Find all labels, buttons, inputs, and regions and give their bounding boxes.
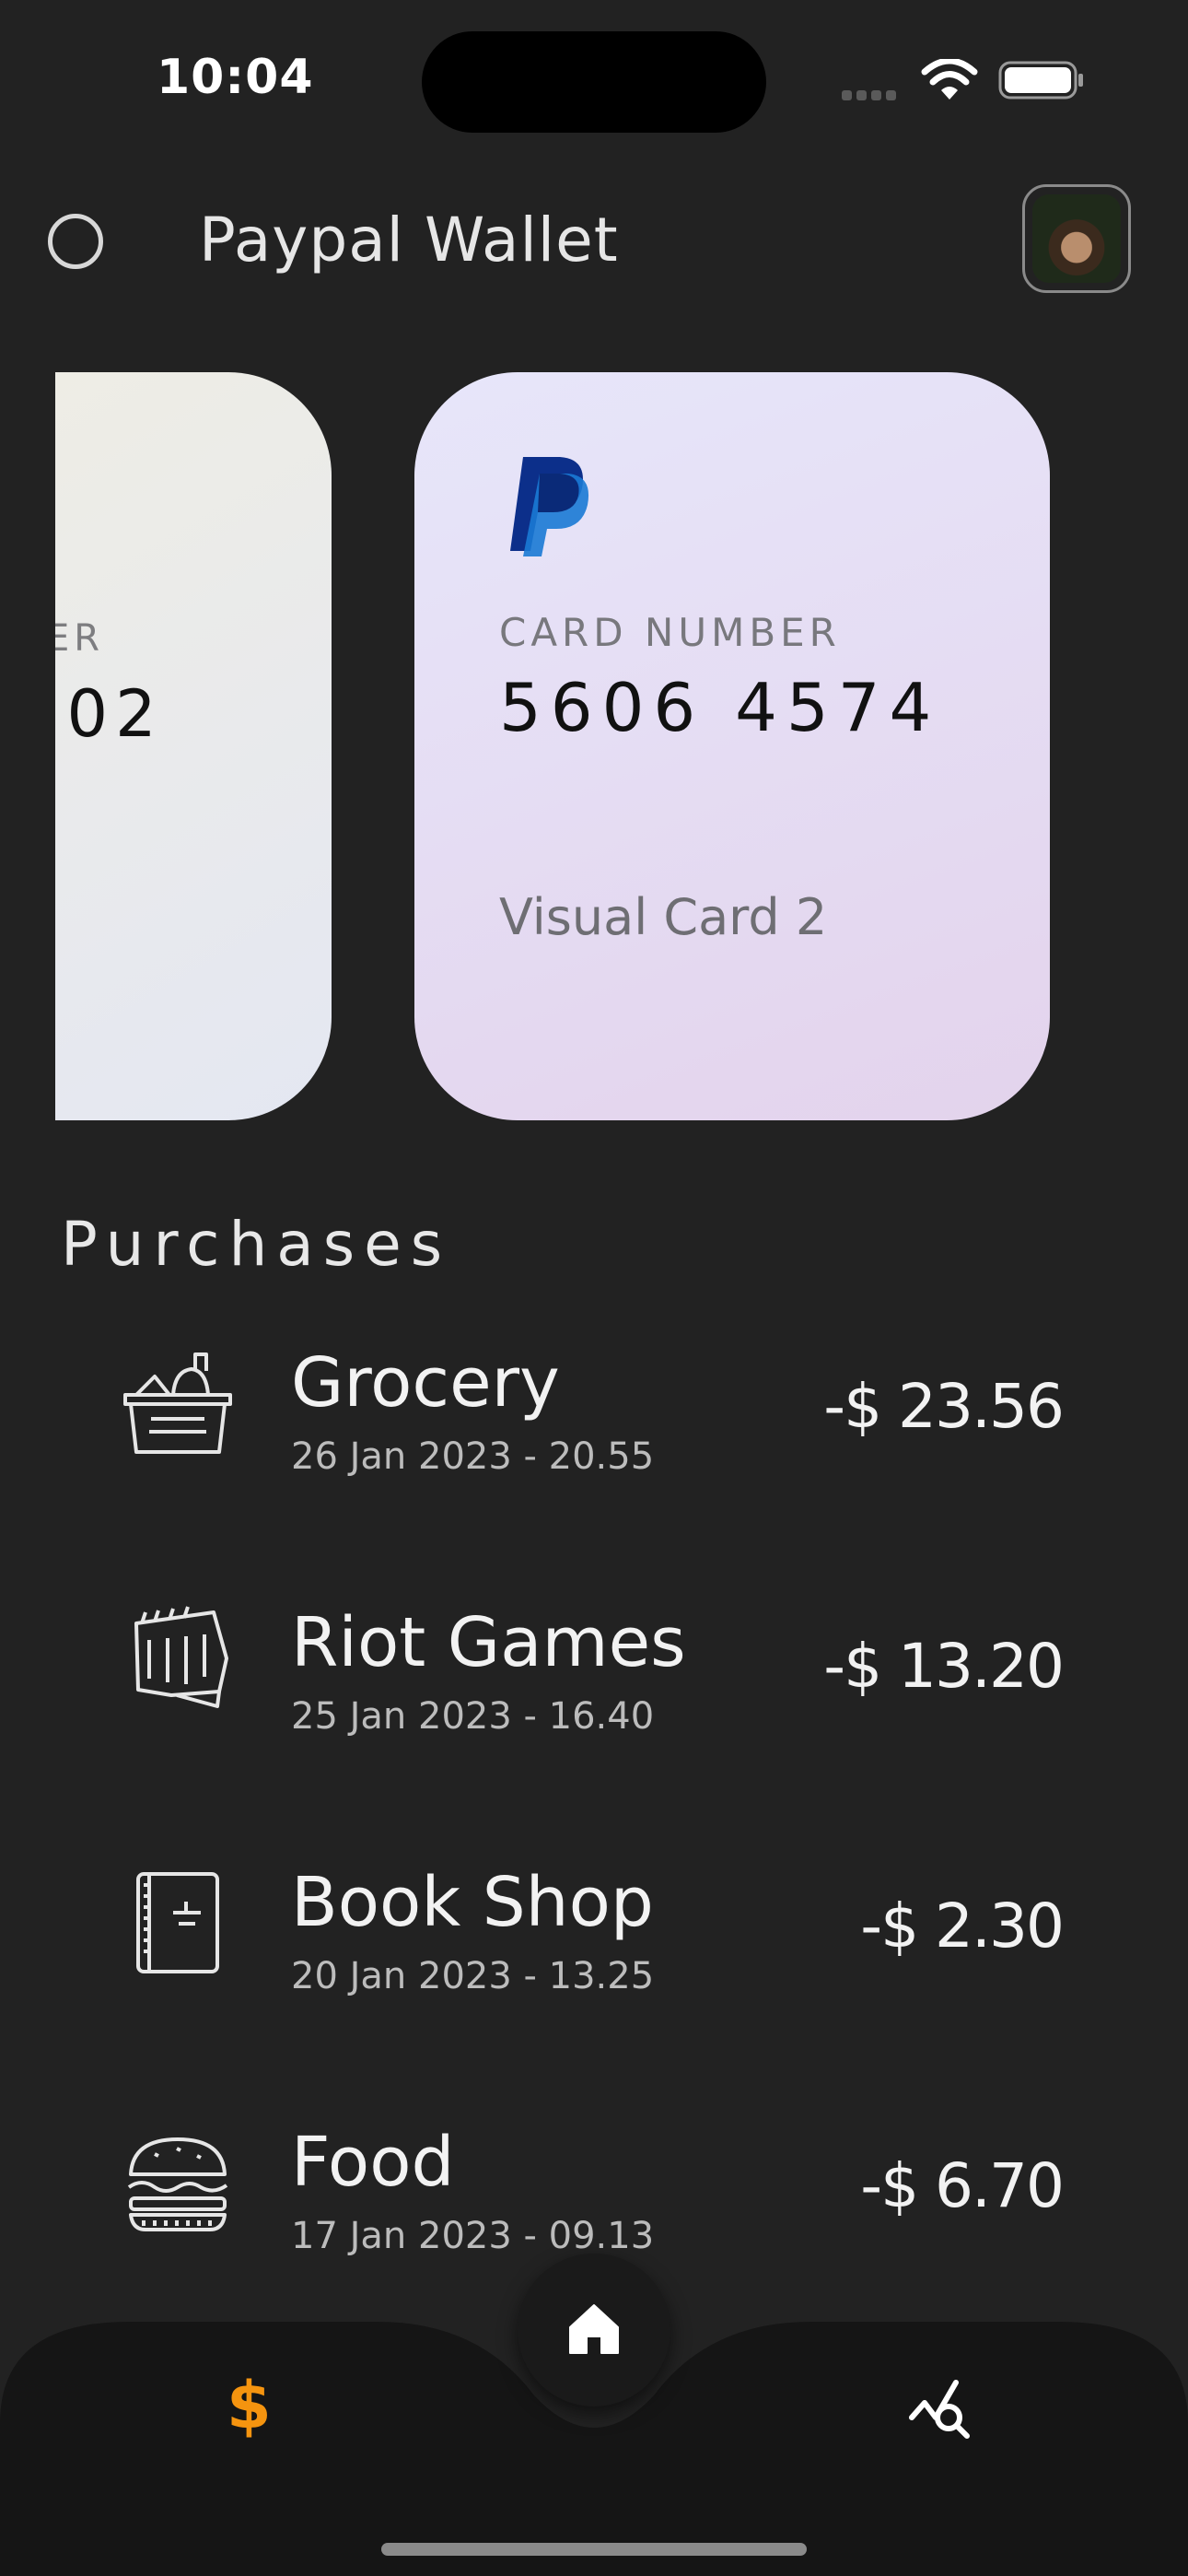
purchase-amount: -$ 6.70 (860, 2150, 1065, 2221)
purchase-amount: -$ 2.30 (860, 1891, 1065, 1961)
menu-button[interactable] (48, 214, 103, 269)
purchase-date: 17 Jan 2023 - 09.13 (291, 2215, 655, 2257)
riot-fist-icon (134, 1606, 228, 1708)
analytics-icon[interactable] (908, 2377, 973, 2441)
home-indicator (381, 2543, 807, 2556)
card-number-label: CARD NUMBER (499, 610, 841, 655)
cellular-signal-icon (842, 87, 906, 100)
wifi-icon (921, 59, 978, 100)
wallet-card-partial[interactable]: ER 902 (55, 372, 332, 1120)
grocery-basket-icon (123, 1352, 232, 1454)
purchase-name: Food (291, 2123, 455, 2202)
paypal-logo-icon (510, 457, 589, 556)
purchase-row[interactable]: Book Shop 20 Jan 2023 - 13.25 -$ 2.30 (0, 1863, 1188, 2047)
dollar-icon[interactable]: $ (227, 2368, 272, 2443)
home-icon (569, 2304, 619, 2354)
home-button[interactable] (518, 2254, 670, 2406)
purchase-row[interactable]: Riot Games 25 Jan 2023 - 16.40 -$ 13.20 (0, 1603, 1188, 1787)
card-number-label: ER (55, 617, 105, 660)
status-time: 10:04 (157, 50, 314, 105)
burger-icon (127, 2137, 228, 2231)
purchase-date: 26 Jan 2023 - 20.55 (291, 1435, 655, 1478)
purchase-row[interactable]: Grocery 26 Jan 2023 - 20.55 -$ 23.56 (0, 1343, 1188, 1528)
purchase-name: Book Shop (291, 1863, 654, 1942)
card-number: 5606 4574 (499, 669, 941, 746)
dynamic-island (422, 31, 766, 133)
card-name: Visual Card 2 (499, 888, 828, 946)
card-number: 902 (55, 676, 164, 752)
purchases-title: Purchases (61, 1209, 452, 1280)
wallet-card[interactable]: CARD NUMBER 5606 4574 Visual Card 2 (414, 372, 1050, 1120)
purchase-name: Grocery (291, 1343, 560, 1423)
purchase-name: Riot Games (291, 1603, 686, 1682)
purchase-amount: -$ 23.56 (823, 1371, 1065, 1442)
avatar-photo (1032, 194, 1121, 283)
purchase-amount: -$ 13.20 (823, 1631, 1065, 1702)
purchase-date: 20 Jan 2023 - 13.25 (291, 1955, 655, 1997)
page-title: Paypal Wallet (199, 205, 619, 275)
purchase-date: 25 Jan 2023 - 16.40 (291, 1695, 655, 1738)
avatar[interactable] (1022, 184, 1131, 293)
book-icon (136, 1872, 219, 1973)
battery-icon (998, 61, 1083, 100)
